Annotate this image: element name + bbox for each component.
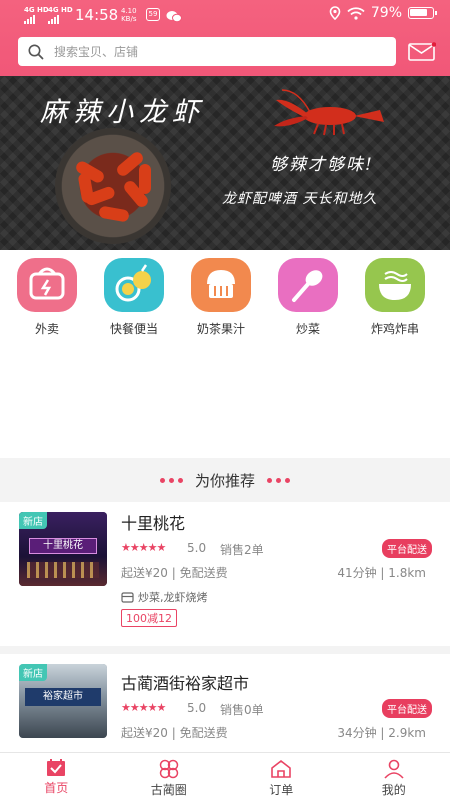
shop-thumbnail: 十里桃花 新店 bbox=[19, 512, 107, 586]
rating-score: 5.0 bbox=[187, 541, 207, 555]
shop-card[interactable]: 十里桃花 新店 十里桃花 ★★★★★ 5.0 销售2单 平台配送 起送¥20 |… bbox=[0, 502, 450, 646]
fruit-icon bbox=[104, 258, 164, 312]
new-store-badge: 新店 bbox=[19, 664, 47, 681]
dots-decoration bbox=[159, 477, 183, 483]
platform-delivery-badge: 平台配送 bbox=[382, 539, 432, 558]
crayfish-illustration bbox=[274, 89, 384, 136]
status-time: 14:58 bbox=[75, 6, 119, 24]
speed-unit: KB/s bbox=[121, 15, 137, 23]
delivery-eta: 41分钟 | 1.8km bbox=[337, 566, 426, 580]
network-label-2: 4G HD bbox=[48, 6, 73, 14]
shop-tags: 炒菜,龙虾烧烤 bbox=[121, 589, 208, 605]
promo-banner[interactable]: 麻辣小龙虾 够辣才够味! 龙虾配啤酒 天长和地久 bbox=[0, 76, 450, 250]
section-title: 为你推荐 bbox=[194, 471, 255, 490]
platform-delivery-badge: 平台配送 bbox=[382, 699, 432, 718]
discount-tag: 100减12 bbox=[121, 609, 177, 627]
shop-card[interactable]: 裕家超市 新店 古蔺酒街裕家超市 ★★★★★ 5.0 销售0单 平台配送 起送¥… bbox=[0, 654, 450, 752]
recommend-section-header: 为你推荐 bbox=[0, 458, 450, 502]
bowl-icon bbox=[365, 258, 425, 312]
signal-icon-2: 4G HD bbox=[48, 7, 73, 24]
order-house-icon bbox=[271, 759, 292, 778]
takeout-box-icon bbox=[17, 258, 77, 312]
star-rating-icon: ★★★★★ bbox=[121, 541, 166, 554]
delivery-fee: 起送¥20 | 免配送费 bbox=[121, 726, 228, 740]
dots-decoration bbox=[267, 477, 290, 483]
new-store-badge: 新店 bbox=[19, 512, 47, 529]
speed-value: 4.10 bbox=[121, 7, 137, 15]
cake-icon bbox=[191, 258, 251, 312]
battery-icon bbox=[408, 7, 437, 19]
signal-icon-1: 4G HD bbox=[24, 7, 49, 24]
category-label: 外卖 bbox=[34, 322, 59, 336]
shop-sign: 十里桃花 bbox=[29, 538, 97, 554]
home-icon bbox=[47, 759, 66, 776]
notification-app-icon: 59 bbox=[146, 8, 160, 21]
status-bar: 4G HD 4G HD 14:58 4.10 KB/s 59 79% bbox=[0, 0, 450, 30]
banner-title: 麻辣小龙虾 bbox=[40, 97, 205, 128]
wechat-icon bbox=[166, 8, 182, 27]
delivery-eta: 34分钟 | 2.9km bbox=[337, 726, 426, 740]
network-label-1: 4G HD bbox=[24, 6, 49, 14]
circles-icon bbox=[159, 759, 178, 779]
nav-item-profile[interactable]: 我的 bbox=[338, 753, 450, 800]
nav-item-home[interactable]: 首页 bbox=[0, 753, 113, 800]
status-right: 79% bbox=[329, 5, 437, 21]
app-header: 4G HD 4G HD 14:58 4.10 KB/s 59 79% 搜索宝贝、… bbox=[0, 0, 450, 76]
bottom-nav: 首页 古蔺圈 订单 我的 bbox=[0, 752, 450, 800]
banner-tagline-2: 龙虾配啤酒 天长和地久 bbox=[222, 191, 378, 207]
shop-category-icon bbox=[121, 591, 134, 603]
banner-tagline-1: 够辣才够味! bbox=[270, 155, 374, 175]
shop-thumbnail: 裕家超市 新店 bbox=[19, 664, 107, 738]
nav-label: 古蔺圈 bbox=[150, 783, 187, 797]
nav-label: 我的 bbox=[381, 783, 406, 797]
nav-item-orders[interactable]: 订单 bbox=[225, 753, 338, 800]
search-icon bbox=[28, 44, 44, 59]
sales-count: 销售0单 bbox=[220, 703, 264, 717]
rating-score: 5.0 bbox=[187, 701, 207, 715]
network-speed: 4.10 KB/s bbox=[121, 7, 137, 23]
category-takeout[interactable]: 外卖 bbox=[15, 258, 102, 348]
category-stirfry[interactable]: 炒菜 bbox=[276, 258, 363, 348]
crayfish-plate-image bbox=[55, 128, 171, 244]
search-placeholder: 搜索宝贝、店铺 bbox=[54, 45, 139, 59]
shop-sign: 裕家超市 bbox=[25, 688, 101, 706]
shop-name: 古蔺酒街裕家超市 bbox=[121, 674, 250, 693]
category-label: 炒菜 bbox=[295, 322, 320, 336]
delivery-fee: 起送¥20 | 免配送费 bbox=[121, 566, 228, 580]
mail-icon bbox=[408, 42, 437, 61]
category-milktea[interactable]: 奶茶果汁 bbox=[189, 258, 276, 348]
category-label: 奶茶果汁 bbox=[196, 322, 245, 336]
star-rating-icon: ★★★★★ bbox=[121, 701, 166, 714]
message-button[interactable] bbox=[408, 42, 437, 61]
spatula-icon bbox=[278, 258, 338, 312]
wifi-icon bbox=[347, 6, 365, 20]
category-label: 快餐便当 bbox=[109, 322, 158, 336]
category-fastfood[interactable]: 快餐便当 bbox=[102, 258, 189, 348]
location-icon bbox=[329, 6, 341, 20]
shop-name: 十里桃花 bbox=[121, 514, 186, 533]
sales-count: 销售2单 bbox=[220, 543, 264, 557]
battery-percent: 79% bbox=[370, 5, 402, 21]
nav-item-circle[interactable]: 古蔺圈 bbox=[113, 753, 226, 800]
shop-tags-text: 炒菜,龙虾烧烤 bbox=[138, 591, 208, 604]
search-bar[interactable]: 搜索宝贝、店铺 bbox=[18, 37, 396, 66]
category-label: 炸鸡炸串 bbox=[370, 322, 419, 336]
profile-icon bbox=[384, 759, 404, 779]
nav-label: 首页 bbox=[44, 781, 69, 795]
nav-label: 订单 bbox=[269, 783, 294, 797]
category-grid: 外卖 快餐便当 奶茶果汁 炒菜 炸鸡炸串 bbox=[0, 258, 450, 348]
category-friedchicken[interactable]: 炸鸡炸串 bbox=[363, 258, 450, 348]
